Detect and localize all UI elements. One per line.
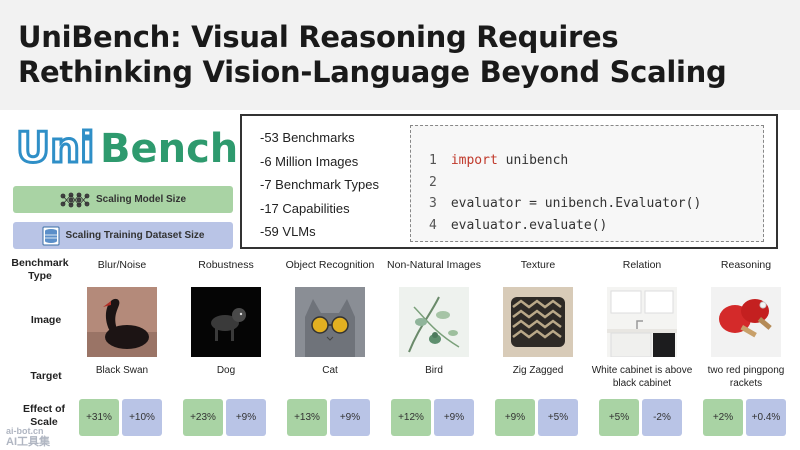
scaling-training-dataset-size-button[interactable]: Scaling Training Dataset Size — [13, 222, 233, 249]
model-scale-effect: +23% — [183, 399, 223, 436]
unibench-logo: Uni Bench — [15, 118, 239, 174]
data-scale-effect: +5% — [538, 399, 578, 436]
target-label: White cabinet is above black cabinet — [591, 365, 693, 389]
watermark: ai-bot.cn AI工具集 — [6, 427, 50, 449]
data-scale-effect: +9% — [226, 399, 266, 436]
benchmark-type-label: Reasoning — [720, 259, 772, 271]
row-label-target: Target — [30, 370, 62, 382]
benchmark-type-label: Robustness — [198, 259, 254, 271]
neural-network-icon — [60, 192, 90, 208]
page-title: UniBench: Visual Reasoning Requires Reth… — [18, 20, 727, 89]
stat-benchmarks: -53 Benchmarks — [260, 130, 355, 145]
stats-panel: -53 Benchmarks -6 Million Images -7 Benc… — [240, 114, 778, 249]
data-scale-effect: +10% — [122, 399, 162, 436]
logo-bench-text: Bench — [100, 126, 236, 172]
target-label: two red pingpong rackets — [707, 365, 785, 389]
benchmark-type-label: Object Recognition — [285, 259, 375, 271]
code-line-1: 1 import unibench — [429, 153, 569, 168]
code-snippet: 1 import unibench 2 3 evaluator = uniben… — [410, 125, 764, 242]
benchmark-column-non-natural-images: Non-Natural Images Bird +12% +9% — [386, 255, 482, 445]
data-scale-effect: +0.4% — [746, 399, 786, 436]
kitchen-image — [607, 287, 677, 357]
watermark-domain: ai-bot.cn — [6, 426, 44, 436]
dog-image — [191, 287, 261, 357]
model-scale-effect: +5% — [599, 399, 639, 436]
scaling-model-size-label: Scaling Model Size — [95, 194, 187, 205]
model-scale-effect: +2% — [703, 399, 743, 436]
watermark-brand: AI工具集 — [6, 436, 50, 448]
target-label: Bird — [425, 365, 443, 376]
scaling-model-size-button[interactable]: Scaling Model Size — [13, 186, 233, 213]
rackets-image — [711, 287, 781, 357]
benchmark-type-label: Texture — [520, 259, 556, 271]
row-label-image: Image — [30, 314, 62, 326]
data-scale-effect: +9% — [330, 399, 370, 436]
benchmark-type-label: Non-Natural Images — [387, 259, 481, 271]
stat-capabilities: -17 Capabilities — [260, 200, 350, 216]
code-line-4: 4 evaluator.evaluate() — [429, 217, 608, 233]
stat-images: -6 Million Images — [260, 153, 359, 169]
model-scale-effect: +31% — [79, 399, 119, 436]
target-label: Cat — [322, 365, 338, 376]
benchmark-column-reasoning: Reasoning two red pingpong rackets +2% +… — [698, 255, 794, 445]
title-band: UniBench: Visual Reasoning Requires Reth… — [0, 0, 800, 110]
code-line-2: 2 — [429, 174, 437, 190]
target-label: Black Swan — [95, 365, 149, 376]
data-scale-effect: +9% — [434, 399, 474, 436]
benchmark-type-label: Blur/Noise — [97, 259, 147, 271]
model-scale-effect: +13% — [287, 399, 327, 436]
stat-vlms: -59 VLMs — [260, 224, 316, 239]
benchmark-column-robustness: Robustness Dog +23% +9% — [178, 255, 274, 445]
benchmark-column-relation: Relation White cabinet is above black ca… — [592, 255, 692, 445]
benchmark-column-object-recognition: Object Recognition Cat +13% +9% — [282, 255, 378, 445]
data-scale-effect: -2% — [642, 399, 682, 436]
code-line-3: 3 evaluator = unibench.Evaluator() — [429, 196, 702, 211]
stat-benchmark-types: -7 Benchmark Types — [260, 177, 379, 192]
benchmark-column-blur-noise: Blur/Noise Black Swan +31% +10% — [74, 255, 170, 445]
stats-list: -53 Benchmarks -6 Million Images -7 Benc… — [260, 126, 379, 244]
swan-image — [87, 287, 157, 357]
benchmark-column-texture: Texture Zig Zagged +9% +5% — [490, 255, 586, 445]
logo-uni-text: Uni — [16, 123, 94, 172]
scaling-training-dataset-size-label: Scaling Training Dataset Size — [65, 230, 205, 241]
model-scale-effect: +12% — [391, 399, 431, 436]
target-label: Dog — [216, 365, 236, 376]
benchmark-type-label: Relation — [622, 259, 662, 271]
bird-image — [399, 287, 469, 357]
pillow-image — [503, 287, 573, 357]
row-label-benchmark-type: Benchmark Type — [11, 257, 69, 282]
model-scale-effect: +9% — [495, 399, 535, 436]
cat-image — [295, 287, 365, 357]
database-icon — [42, 226, 60, 246]
target-label: Zig Zagged — [512, 365, 564, 376]
